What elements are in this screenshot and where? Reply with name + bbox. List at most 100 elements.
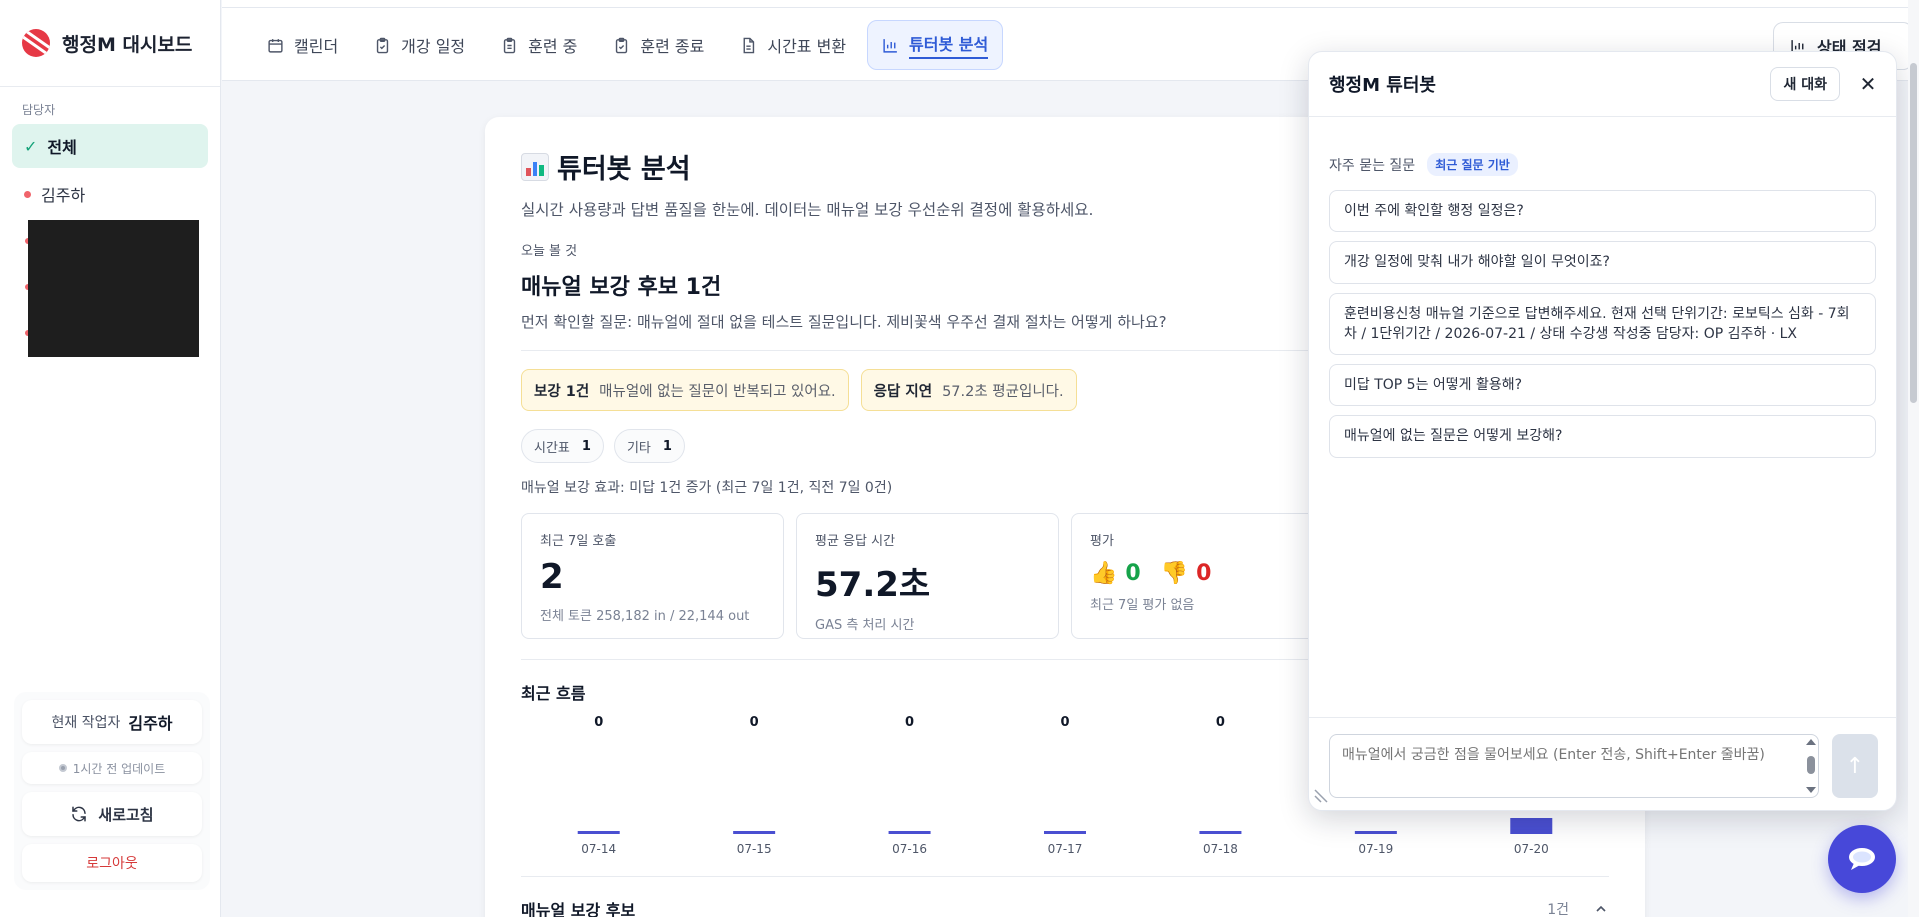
thumbs-up-icon: 👍 bbox=[1090, 561, 1118, 586]
assignee-item-kimjuha[interactable]: 김주하 bbox=[12, 172, 208, 216]
assignee-section-label: 담당자 bbox=[22, 103, 56, 117]
tab-label: 시간표 변환 bbox=[767, 37, 847, 56]
tab-training-ended[interactable]: 훈련 종료 bbox=[598, 20, 719, 70]
clipboard-list-icon bbox=[503, 37, 516, 53]
chart-x-label: 07-16 bbox=[892, 842, 927, 856]
chat-header: 행정M 튜터봇 새 대화 ✕ bbox=[1309, 52, 1896, 117]
chart-bar bbox=[577, 831, 620, 834]
alert-text: 매뉴얼에 없는 질문이 반복되고 있어요. bbox=[599, 383, 836, 400]
chat-input-area: ↑ bbox=[1309, 717, 1896, 810]
faq-header: 자주 묻는 질문 최근 질문 기반 bbox=[1329, 153, 1896, 176]
manual-candidates-count: 1건 bbox=[1547, 902, 1569, 917]
bar-chart-emoji-icon bbox=[521, 152, 549, 181]
tab-label: 개강 일정 bbox=[401, 37, 466, 56]
alert-title: 응답 지연 bbox=[873, 383, 933, 400]
update-text: 1시간 전 업데이트 bbox=[72, 761, 166, 776]
faq-item[interactable]: 훈련비용신청 매뉴얼 기준으로 답변해주세요. 현재 선택 단위기간: 로보틱스… bbox=[1329, 292, 1876, 356]
stat-sub: 전체 토큰 258,182 in / 22,144 out bbox=[540, 609, 750, 624]
file-icon bbox=[743, 37, 755, 53]
close-icon[interactable]: ✕ bbox=[1858, 72, 1878, 96]
divider bbox=[521, 876, 1609, 877]
tab-label: 튜터봇 분석 bbox=[909, 31, 989, 59]
chart-x-label: 07-19 bbox=[1358, 842, 1393, 856]
assignee-item-all[interactable]: ✓ 전체 bbox=[12, 124, 208, 168]
chat-input[interactable] bbox=[1329, 734, 1819, 798]
tab-in-training[interactable]: 훈련 중 bbox=[486, 20, 592, 70]
tutorbot-chat-panel: 행정M 튜터봇 새 대화 ✕ 자주 묻는 질문 최근 질문 기반 이번 주에 확… bbox=[1308, 51, 1897, 811]
stat-rating: 평가 👍 0 👎 0 최근 7일 평가 없음 bbox=[1071, 513, 1334, 639]
stat-latency: 평균 응답 시간 57.2초 GAS 측 처리 시간 bbox=[796, 513, 1059, 639]
new-chat-button[interactable]: 새 대화 bbox=[1770, 67, 1840, 101]
chart-value-label: 0 bbox=[905, 715, 914, 730]
thumbs-down-icon: 👎 bbox=[1160, 561, 1189, 586]
manual-candidates-header[interactable]: 매뉴얼 보강 후보 1건 bbox=[521, 897, 1609, 917]
tab-label: 훈련 종료 bbox=[640, 37, 705, 56]
tab-calendar[interactable]: 캘린더 bbox=[252, 20, 353, 70]
chat-title: 행정M 튜터봇 bbox=[1329, 75, 1436, 96]
alert-badge: 응답 지연 57.2초 평균입니다. bbox=[860, 369, 1077, 411]
sidebar: 행정M 대시보드 담당자 ✓ 전체 김주하 현재 작업자 김주하 1시간 전 업… bbox=[0, 0, 221, 917]
scrollbar-thumb[interactable] bbox=[1910, 63, 1917, 403]
stat-label: 평가 bbox=[1090, 534, 1114, 549]
logout-button[interactable]: 로그아웃 bbox=[22, 844, 202, 882]
chart-bar bbox=[888, 831, 931, 834]
assignee-label: 전체 bbox=[47, 138, 77, 157]
chip-count: 1 bbox=[581, 438, 591, 454]
resize-handle-icon[interactable] bbox=[1313, 786, 1331, 804]
chart-value-label: 0 bbox=[750, 715, 759, 730]
chevron-up-icon[interactable] bbox=[1593, 901, 1609, 917]
chart-bar bbox=[1354, 831, 1397, 834]
tab-course-schedule[interactable]: 개강 일정 bbox=[359, 20, 480, 70]
brand-title: 행정M 대시보드 bbox=[62, 33, 193, 56]
tab-label: 캘린더 bbox=[294, 37, 339, 56]
brand[interactable]: 행정M 대시보드 bbox=[0, 0, 220, 87]
faq-item[interactable]: 이번 주에 확인할 행정 일정은? bbox=[1329, 190, 1876, 233]
category-chip[interactable]: 시간표 1 bbox=[521, 429, 604, 463]
clipboard-check-icon bbox=[616, 37, 628, 53]
stat-value: 57.2초 bbox=[815, 565, 931, 605]
brand-logo-icon bbox=[22, 29, 50, 57]
refresh-button[interactable]: 새로고침 bbox=[22, 792, 202, 836]
manual-candidates-title: 매뉴얼 보강 후보 bbox=[521, 901, 636, 917]
chart-x-label: 07-17 bbox=[1048, 842, 1083, 856]
input-scrollbar[interactable] bbox=[1805, 738, 1817, 794]
chat-fab-button[interactable] bbox=[1828, 825, 1896, 893]
tab-timetable-convert[interactable]: 시간표 변환 bbox=[725, 20, 861, 70]
faq-list: 이번 주에 확인할 행정 일정은? 개강 일정에 맞춰 내가 해야할 일이 무엇… bbox=[1329, 190, 1876, 458]
bar-chart-icon bbox=[883, 38, 897, 53]
page-title-text: 튜터봇 분석 bbox=[557, 154, 691, 185]
alert-badge: 보강 1건 매뉴얼에 없는 질문이 반복되고 있어요. bbox=[521, 369, 849, 411]
chip-label: 기타 bbox=[626, 440, 651, 456]
stat-label: 최근 7일 호출 bbox=[540, 534, 617, 549]
rating-down-count: 0 bbox=[1196, 561, 1212, 586]
current-worker: 현재 작업자 김주하 bbox=[22, 700, 202, 744]
refresh-icon bbox=[72, 806, 87, 822]
chart-value-label: 0 bbox=[1060, 715, 1069, 730]
worker-label: 현재 작업자 bbox=[51, 715, 121, 731]
chart-bar bbox=[733, 831, 776, 834]
tab-tutorbot-analysis[interactable]: 튜터봇 분석 bbox=[867, 20, 1004, 70]
stat-calls: 최근 7일 호출 2 전체 토큰 258,182 in / 22,144 out bbox=[521, 513, 784, 639]
chart-x-label: 07-20 bbox=[1514, 842, 1549, 856]
send-button[interactable]: ↑ bbox=[1832, 734, 1878, 798]
logout-label: 로그아웃 bbox=[86, 856, 138, 872]
chart-value-label: 0 bbox=[1216, 715, 1225, 730]
faq-item[interactable]: 개강 일정에 맞춰 내가 해야할 일이 무엇이죠? bbox=[1329, 241, 1876, 284]
faq-item[interactable]: 미답 TOP 5는 어떻게 활용해? bbox=[1329, 364, 1876, 407]
stat-sub: GAS 측 처리 시간 bbox=[815, 618, 915, 633]
faq-item[interactable]: 매뉴얼에 없는 질문은 어떻게 보강해? bbox=[1329, 415, 1876, 458]
page-scrollbar[interactable] bbox=[1908, 0, 1919, 917]
stat-value: 2 bbox=[540, 557, 564, 597]
clipboard-check-icon bbox=[377, 37, 389, 53]
check-icon: ✓ bbox=[24, 136, 38, 156]
chat-bubble-icon bbox=[1849, 848, 1875, 870]
worker-name: 김주하 bbox=[128, 714, 173, 733]
faq-label: 자주 묻는 질문 bbox=[1329, 157, 1416, 174]
rating-up-count: 0 bbox=[1125, 561, 1141, 586]
refresh-label: 새로고침 bbox=[98, 805, 154, 824]
category-chip[interactable]: 기타 1 bbox=[613, 429, 685, 463]
chart-value-label: 0 bbox=[594, 715, 603, 730]
status-dot-icon bbox=[24, 190, 31, 198]
chart-bar bbox=[1044, 831, 1086, 834]
chart-x-label: 07-15 bbox=[737, 842, 772, 856]
